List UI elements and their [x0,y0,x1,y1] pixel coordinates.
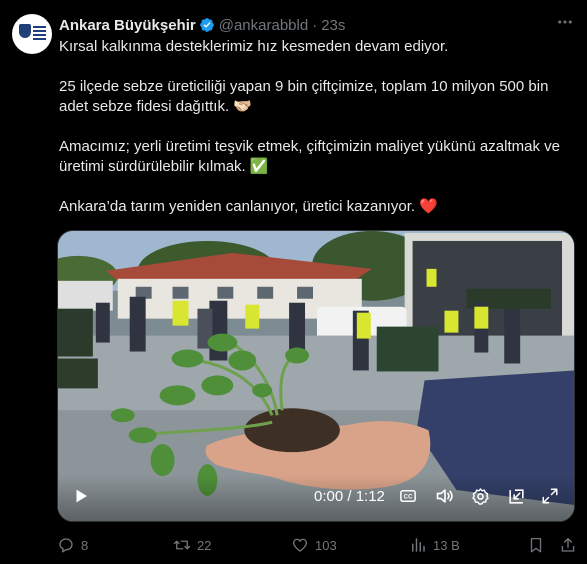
video-player[interactable]: 0:00 / 1:12 CC [57,230,575,522]
reply-icon [59,538,73,553]
tweet-line: 25 ilçede sebze üreticiliği yapan 9 bin … [59,78,549,115]
video-time: 0:00 / 1:12 [314,488,385,505]
bookmark-icon [530,537,542,553]
ankara-logo [16,18,48,50]
avatar[interactable] [12,14,52,54]
like-button[interactable]: 103 [291,534,337,556]
repost-icon [173,540,191,550]
video-controls: 0:00 / 1:12 CC [58,475,574,521]
volume-icon[interactable] [434,486,456,506]
repost-count: 22 [197,537,212,553]
repost-button[interactable]: 22 [173,534,211,556]
handle[interactable]: @ankarabbld [219,17,308,34]
play-icon[interactable] [70,486,92,506]
reply-button[interactable]: 8 [57,534,88,556]
tweet-line: Amacımız; yerli üretimi teşvik etmek, çi… [59,138,560,175]
verified-icon[interactable] [199,17,215,33]
reply-count: 8 [81,537,89,553]
tweet-text: Kırsal kalkınma desteklerimiz hız kesmed… [59,37,579,217]
share-icon [561,537,575,552]
fullscreen-icon[interactable] [540,486,560,506]
svg-text:CC: CC [404,495,413,501]
display-name[interactable]: Ankara Büyükşehir [59,17,196,34]
tweet-line: Ankara’da tarım yeniden canlanıyor, üret… [59,198,438,215]
bookmark-button[interactable] [527,534,545,556]
tweet-header: Ankara Büyükşehir @ankarabbld · 23s [59,15,345,35]
more-icon[interactable] [555,12,575,32]
share-button[interactable] [559,534,577,556]
like-count: 103 [315,537,337,553]
settings-icon[interactable] [470,486,490,506]
views-count: 13 B [433,537,460,553]
views-button[interactable]: 13 B [409,534,460,556]
tweet-actions: 8 22 103 13 B [57,534,577,556]
tweet-line: Kırsal kalkınma desteklerimiz hız kesmed… [59,38,449,55]
timestamp[interactable]: 23s [321,17,345,34]
captions-icon[interactable]: CC [398,486,418,506]
views-icon [412,538,425,552]
pip-icon[interactable] [506,486,526,506]
like-icon [292,538,308,552]
separator-dot: · [312,16,318,34]
